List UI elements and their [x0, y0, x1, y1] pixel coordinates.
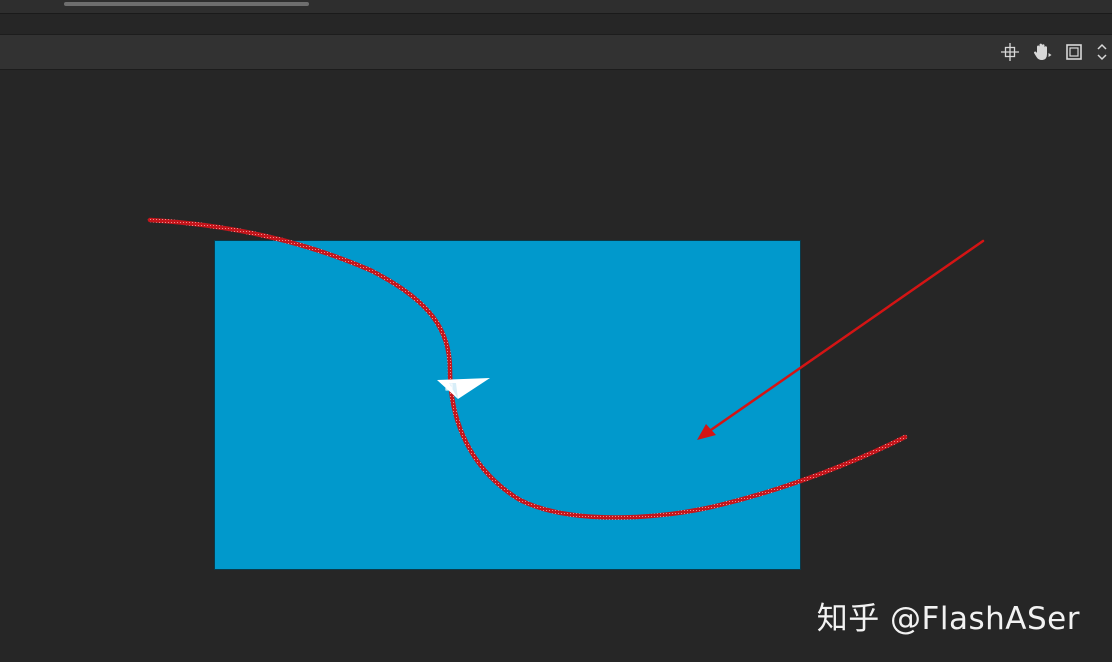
pasteboard — [0, 70, 1112, 662]
panel-separator — [0, 14, 1112, 35]
horizontal-scrollbar-thumb[interactable] — [64, 2, 309, 6]
zoom-stepper[interactable] — [1094, 41, 1110, 63]
hand-icon — [1034, 43, 1052, 61]
frame-icon — [1066, 44, 1082, 60]
timeline-scroll-area — [0, 0, 1112, 14]
crosshair-icon — [1001, 43, 1019, 61]
watermark: 知乎 @FlashASer — [816, 601, 1080, 637]
chevron-updown-icon — [1097, 43, 1107, 61]
clip-stage-button[interactable] — [1063, 41, 1085, 63]
stage-canvas[interactable] — [214, 240, 801, 570]
animate-editor-window: 知乎 @FlashASer — [0, 0, 1112, 662]
stage-toolbar — [0, 35, 1112, 70]
snap-crosshair-button[interactable] — [999, 41, 1021, 63]
hand-tool-button[interactable] — [1031, 41, 1053, 63]
